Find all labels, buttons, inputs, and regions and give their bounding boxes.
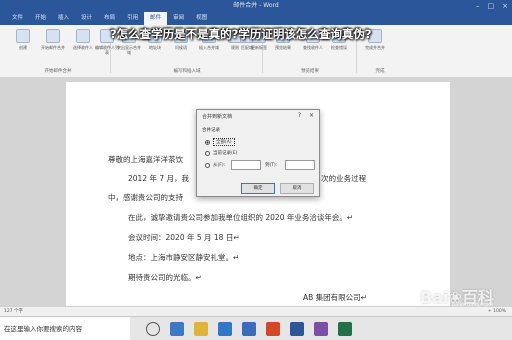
doc-line-signature: AB 集团有限公司↵ (303, 293, 367, 302)
onenote-icon[interactable] (314, 322, 328, 336)
doc-line-greeting: 尊敬的上海嘉洋洋茶饮 (108, 155, 183, 164)
ribbon-tool-0[interactable]: 创建 (10, 29, 36, 50)
ribbon-tool-1[interactable]: 开始邮件合并 (40, 29, 66, 50)
tab-1[interactable]: 开始 (29, 12, 52, 25)
tab-2[interactable]: 插入 (52, 12, 75, 25)
ribbon-tool-label: 开始邮件合并 (41, 45, 65, 50)
ribbon-tool-label: 预览结果 (275, 45, 291, 50)
mail-icon[interactable] (242, 322, 256, 336)
option-from-label: 从(F): (213, 163, 226, 168)
powerpoint-icon[interactable] (266, 322, 280, 336)
doc-line-location: 地点：上海市静安区静安礼堂。↵ (128, 253, 240, 262)
help-icon[interactable]: ? (298, 112, 301, 119)
store-icon[interactable] (218, 322, 232, 336)
ok-button[interactable]: 确定 (241, 183, 275, 194)
ribbon-tool-label: 地址块 (149, 45, 161, 50)
ribbon-tool-icon (46, 29, 60, 43)
window-controls: – □ × (476, 0, 508, 12)
tab-5[interactable]: 引用 (121, 12, 144, 25)
minimize-icon[interactable]: – (476, 0, 480, 12)
ribbon-tool-label: 创建 (19, 45, 27, 50)
option-range[interactable]: 从(F): (205, 162, 225, 168)
option-current-label: 当前记录(E) (213, 151, 238, 156)
ribbon-tool-label: 插入合并域 (199, 45, 219, 50)
ribbon-tool-label: 完成并合并 (365, 45, 385, 50)
tab-4[interactable]: 布局 (98, 12, 121, 25)
tab-6[interactable]: 邮件 (144, 12, 168, 25)
to-input[interactable] (285, 160, 315, 170)
radio-current[interactable] (205, 150, 210, 156)
doc-line-invitation: 在此，诚挚邀请贵公司参加我单位组织的 2020 年业务洽谈年会。↵ (128, 213, 354, 222)
tab-3[interactable]: 设计 (75, 12, 98, 25)
close-icon[interactable]: × (309, 112, 314, 119)
maximize-icon[interactable]: □ (488, 0, 495, 12)
ribbon-tool-label: 问候语 (175, 45, 187, 50)
tab-8[interactable]: 视图 (190, 12, 213, 25)
group-label-write-insert: 编写和插入域 (173, 69, 201, 74)
doc-line-thanks: 中，感谢贵公司的支持 (108, 193, 183, 202)
tab-7[interactable]: 审阅 (167, 12, 190, 25)
window-title: 邮件合并 - Word (233, 2, 279, 9)
watermark-url: baike.baidu.com (452, 302, 494, 308)
edge-icon[interactable] (170, 322, 184, 336)
ribbon-tool-label: 突出显示合并域 (117, 45, 141, 55)
cancel-button[interactable]: 取消 (280, 183, 314, 194)
ribbon-tool-icon (76, 29, 90, 43)
option-current-record[interactable]: 当前记录(E) (205, 150, 237, 156)
close-window-icon[interactable]: × (502, 0, 508, 12)
merge-to-new-document-dialog: 合并到新文档 ? × 合并记录 全部(A) 当前记录(E) 从(F): 到(T)… (196, 109, 320, 197)
radio-from[interactable] (205, 162, 210, 168)
ribbon-tabs: 文件 开始 插入 设计 布局 引用 邮件 审阅 视图 (0, 12, 512, 25)
ribbon-tool-label: 查找收件人 (303, 45, 323, 50)
doc-line-date: 2012 年 7 月，我 (128, 174, 190, 183)
group-label-start-merge: 开始邮件合并 (44, 69, 72, 74)
doc-line-business: 0 次的业务过程 (314, 174, 367, 183)
window-title-bar: 邮件合并 - Word – □ × (0, 0, 512, 12)
word-icon[interactable] (290, 322, 304, 336)
option-all-label: 全部(A) (213, 138, 235, 146)
tab-0[interactable]: 文件 (6, 12, 29, 25)
article-title-overlay: ?怎么查学历是不是真的?学历证明该怎么查询真伪? (110, 27, 372, 41)
task-view-icon[interactable] (146, 322, 160, 336)
merge-records-label: 合并记录 (202, 128, 220, 133)
ribbon-tool-2[interactable]: 选择收件人 (70, 29, 96, 50)
ribbon-tool-icon (16, 29, 30, 43)
file-explorer-icon[interactable] (194, 322, 208, 336)
from-input[interactable] (231, 160, 261, 170)
dialog-title: 合并到新文档 (202, 114, 233, 120)
group-label-finish: 完成 (375, 69, 385, 74)
group-label-preview: 预览结果 (301, 69, 319, 74)
radio-all[interactable] (205, 139, 210, 145)
to-label: 到(T): (265, 163, 278, 168)
taskbar: 在这里输入你要搜索的内容 (0, 316, 512, 340)
option-all-records[interactable]: 全部(A) (205, 138, 235, 146)
ribbon-tool-label: 更新标签 (251, 45, 267, 50)
excel-icon[interactable] (338, 322, 352, 336)
ribbon-tool-label: 选择收件人 (73, 45, 93, 50)
doc-line-meeting-time: 会议时间：2020 年 5 月 18 日↵ (128, 233, 240, 242)
ribbon: 文件 开始 插入 设计 布局 引用 邮件 审阅 视图 开始邮件合并 编写和插入域 预览结果 完成… (0, 12, 512, 78)
taskbar-search-input[interactable]: 在这里输入你要搜索的内容 (0, 317, 130, 340)
doc-line-closing: 期待贵公司的光临。↵ (128, 273, 202, 282)
ribbon-tool-label: 检查错误 (331, 45, 347, 50)
